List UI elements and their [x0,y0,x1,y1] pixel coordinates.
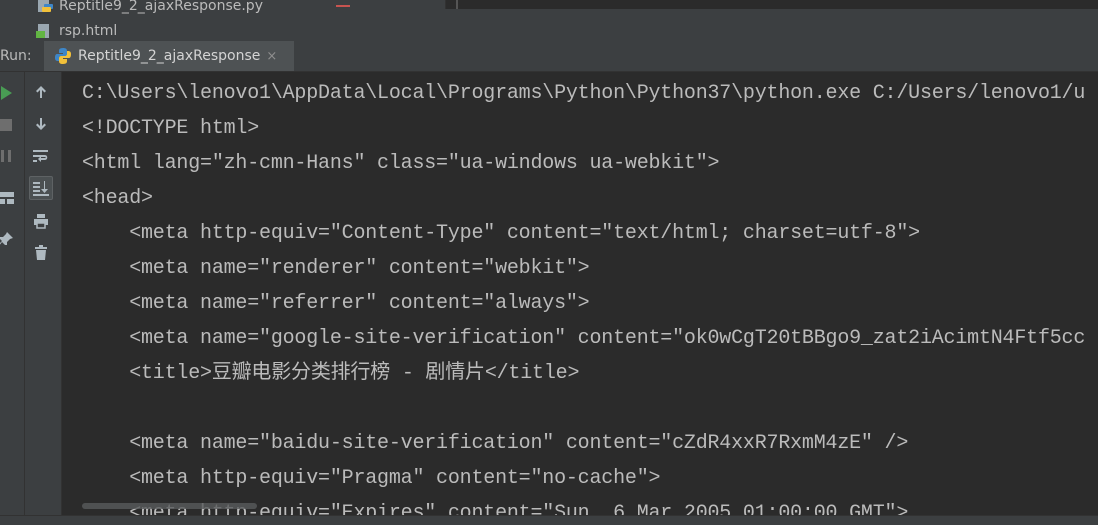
console-line: <!DOCTYPE html> [82,117,260,140]
run-toolbar-secondary [25,72,62,525]
run-toolbar-primary [0,72,25,525]
run-tab[interactable]: Reptitle9_2_ajaxResponse × [44,41,294,71]
console-line: <meta name="renderer" content="webkit"> [82,257,590,280]
rerun-icon [1,86,12,100]
project-tree: Reptitle9_2_ajaxResponse.py rsp.html [0,0,1098,41]
python-icon [55,48,71,64]
scroll-up-icon [36,86,46,98]
print-icon [34,214,48,229]
run-tool-window-header: Run: Reptitle9_2_ajaxResponse × [0,41,1098,72]
tree-item-label: rsp.html [59,23,118,39]
console-line: <meta name="baidu-site-verification" con… [82,432,909,455]
soft-wrap-icon [33,150,48,162]
tree-item-html-file[interactable]: rsp.html [36,21,117,41]
soft-wrap-button[interactable] [29,144,53,168]
console-line: <html lang="zh-cmn-Hans" class="ua-windo… [82,152,720,175]
pause-icon [1,150,11,162]
clear-all-button[interactable] [29,241,53,265]
console-line: C:\Users\lenovo1\AppData\Local\Programs\… [82,82,1086,105]
tree-item-label: Reptitle9_2_ajaxResponse.py [59,0,263,14]
pause-button[interactable] [0,144,18,168]
error-stripe-mark [336,5,350,7]
scroll-down-icon [36,118,46,130]
horizontal-scrollbar-thumb[interactable] [82,503,257,509]
console-line: <meta name="referrer" content="always"> [82,292,590,315]
console-line: <meta http-equiv="Content-Type" content=… [82,222,920,245]
run-tab-title: Reptitle9_2_ajaxResponse [78,48,261,64]
trash-icon [35,245,47,260]
console-line: <head> [82,187,153,210]
layout-button[interactable] [0,186,18,210]
stop-button[interactable] [0,113,18,137]
scroll-to-end-icon [33,181,49,196]
console-line: <meta http-equiv="Pragma" content="no-ca… [82,467,661,490]
ide-window: Reptitle9_2_ajaxResponse.py rsp.html Run… [0,0,1098,525]
layout-icon [0,192,14,204]
pin-tab-button[interactable] [0,227,18,251]
tree-item-python-file[interactable]: Reptitle9_2_ajaxResponse.py [36,0,263,16]
editor-area-edge [445,0,1098,9]
html-file-icon [36,24,49,38]
console-output[interactable]: C:\Users\lenovo1\AppData\Local\Programs\… [62,72,1098,525]
run-label: Run: [0,48,32,64]
pin-icon [0,232,13,245]
rerun-button[interactable] [0,81,18,105]
print-button[interactable] [29,209,53,233]
stop-icon [0,119,12,131]
scroll-down-button[interactable] [29,112,53,136]
status-bar [0,515,1098,525]
python-file-icon [38,0,53,12]
console-line: <meta name="google-site-verification" co… [82,327,1086,350]
close-tab-icon[interactable]: × [266,49,277,64]
scroll-to-end-button[interactable] [29,176,53,200]
scroll-up-button[interactable] [29,80,53,104]
console-line: <title>豆瓣电影分类排行榜 - 剧情片</title> [82,362,580,385]
